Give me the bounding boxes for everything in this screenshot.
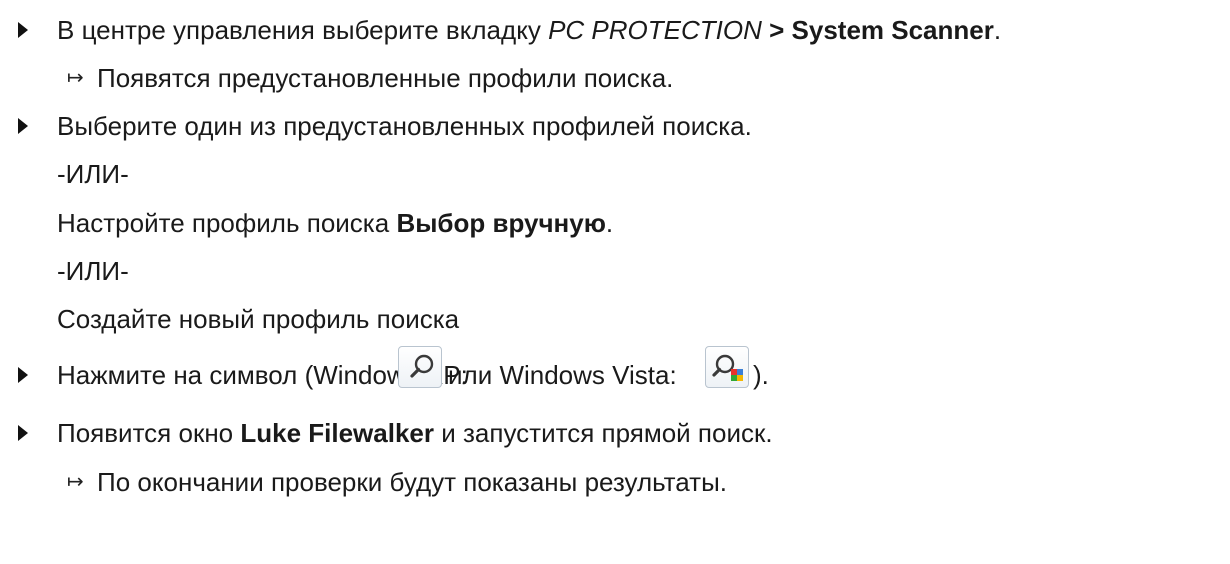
step-text: Появится окно (57, 418, 241, 448)
or-separator: -ИЛИ- (57, 159, 129, 189)
step-text-end: . (993, 15, 1002, 45)
bullet-marker (18, 118, 28, 134)
step-create-profile: Создайте новый профиль поиска (57, 304, 460, 334)
step-click-symbol-part2: или Windows Vista: (448, 360, 677, 390)
step-choose-profile: Выберите один из предустановленных профи… (57, 111, 752, 141)
or-separator: -ИЛИ- (57, 256, 129, 286)
step-text-end: . (605, 208, 614, 238)
xp-scan-button (398, 346, 442, 388)
color-magnifier-icon (712, 354, 743, 381)
system-scanner-label: System Scanner (791, 15, 994, 45)
step-text-end: и запустится прямой поиск. (434, 418, 773, 448)
path-separator: > (761, 15, 792, 45)
step-text: В центре управления выберите вкладку (57, 15, 549, 45)
step-click-symbol-part3: ). (753, 360, 769, 390)
tab-name: PC PROTECTION (548, 15, 762, 45)
step-text: Настройте профиль поиска (57, 208, 397, 238)
result-text: По окончании проверки будут показаны рез… (97, 467, 727, 497)
result-arrow-icon: ↦ (67, 471, 84, 493)
bullet-marker (18, 367, 28, 383)
vista-scan-button (705, 346, 749, 388)
bullet-marker (18, 425, 28, 441)
luke-filewalker-label: Luke Filewalker (240, 418, 435, 448)
manual-selection-label: Выбор вручную (396, 208, 606, 238)
step-manual-profile: Настройте профиль поиска Выбор вручную. (57, 208, 613, 238)
result-text: Появятся предустановленные профили поиск… (97, 63, 674, 93)
magnifier-icon (410, 354, 434, 378)
result-arrow-icon: ↦ (67, 67, 84, 89)
bullet-marker (18, 22, 28, 38)
step-window-appears: Появится окно Luke Filewalker и запустит… (57, 418, 773, 448)
step-select-tab: В центре управления выберите вкладку PC … (57, 15, 1001, 45)
